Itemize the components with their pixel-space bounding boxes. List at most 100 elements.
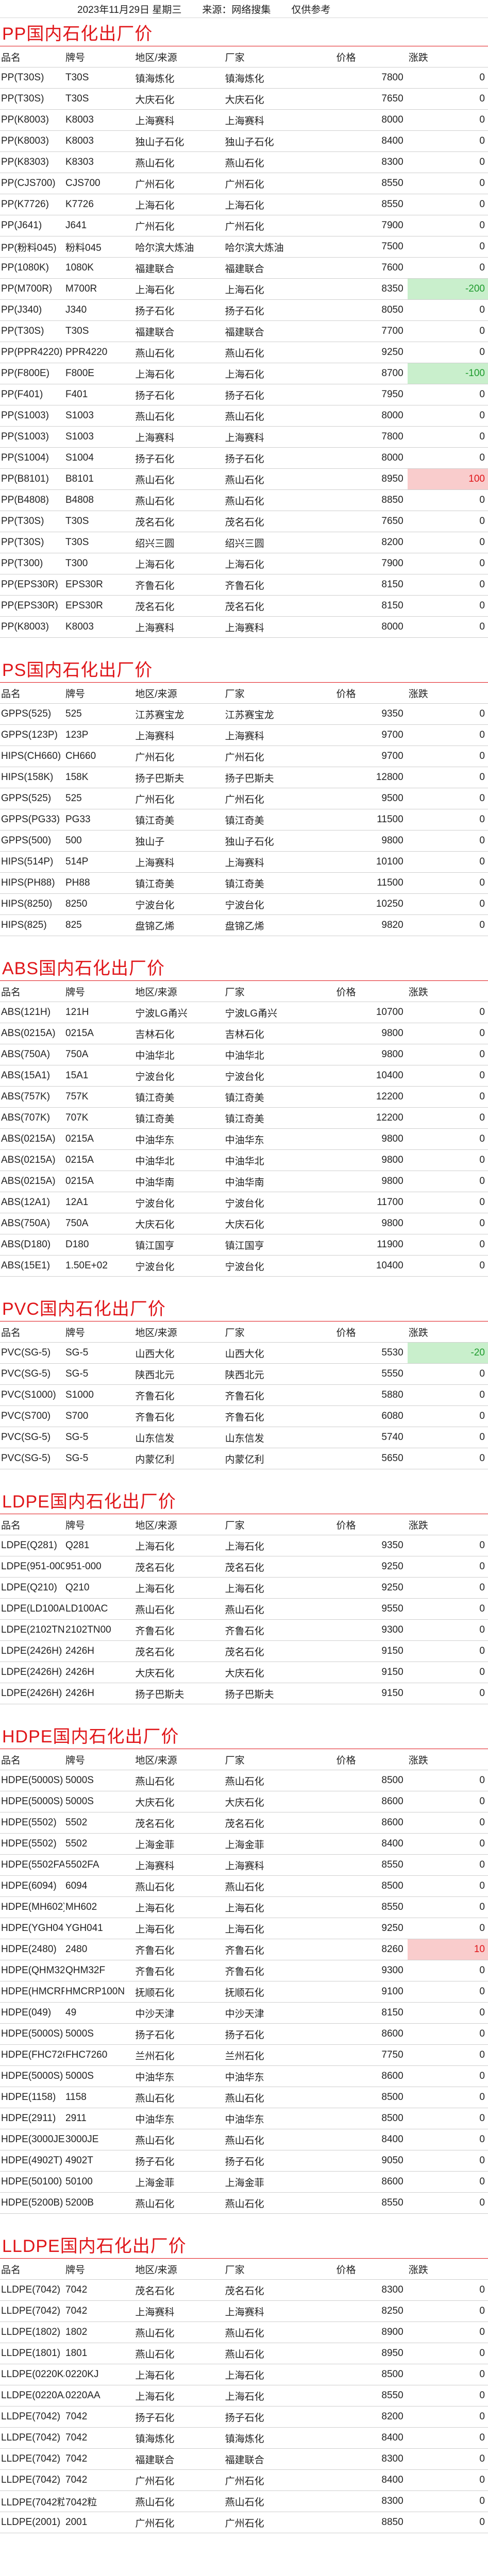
change-cell: 0 (407, 2044, 488, 2066)
maker-cell: 中油华北 (224, 1149, 335, 1171)
product-cell: ABS(0215A) (0, 1149, 64, 1171)
maker-cell: 宁波LG甬兴 (224, 1002, 335, 1023)
price-cell: 8150 (335, 2002, 408, 2024)
price-cell: 9700 (335, 745, 408, 767)
table-row: ABS(750A) 750A 大庆石化 大庆石化 9800 0 (0, 1213, 488, 1234)
grade-cell: SG-5 (64, 1448, 134, 1469)
table-row: GPPS(500) 500 独山子 独山子石化 9800 0 (0, 830, 488, 852)
maker-cell: 广州石化 (224, 788, 335, 809)
table-row: PP(F800E) F800E 上海石化 上海石化 8700 -100 (0, 363, 488, 384)
table-row: HDPE(5200B) 5200B 燕山石化 燕山石化 8550 0 (0, 2192, 488, 2214)
column-header: 价格 (335, 1321, 408, 1343)
grade-cell: 5200B (64, 2192, 134, 2214)
grade-cell: 2426H (64, 1683, 134, 1704)
region-cell: 燕山石化 (134, 151, 224, 173)
maker-cell: 中油华东 (224, 1128, 335, 1150)
product-cell: PP(S1003) (0, 426, 64, 448)
change-cell: 0 (407, 426, 488, 448)
grade-cell: S1004 (64, 447, 134, 469)
table-row: HDPE(1158) 1158 燕山石化 燕山石化 8500 0 (0, 2087, 488, 2108)
table-header-row: 品名 牌号 地区/来源 厂家 价格 涨跌 (0, 1749, 488, 1770)
region-cell: 燕山石化 (134, 2087, 224, 2108)
table-row: HDPE(5000S) 5000S 燕山石化 燕山石化 8500 0 (0, 1770, 488, 1791)
region-cell: 独山子石化 (134, 130, 224, 152)
price-cell: 7950 (335, 384, 408, 405)
grade-cell: 123P (64, 724, 134, 746)
grade-cell: 6094 (64, 1875, 134, 1897)
product-cell: ABS(15E1) (0, 1255, 64, 1277)
change-cell: 0 (407, 1107, 488, 1129)
product-cell: HIPS(PH88) (0, 872, 64, 894)
price-cell: 9350 (335, 703, 408, 725)
grade-cell: 7042 (64, 2427, 134, 2449)
maker-cell: 燕山石化 (224, 489, 335, 511)
table-row: GPPS(525) 525 江苏赛宝龙 江苏赛宝龙 9350 0 (0, 703, 488, 725)
sections-container: PP国内石化出厂价 品名 牌号 地区/来源 厂家 价格 涨跌 PP(T30S) T30S 镇海炼化… (0, 22, 488, 2533)
region-cell: 上海赛科 (134, 1854, 224, 1876)
product-cell: PP(1080K) (0, 257, 64, 279)
price-cell: 8050 (335, 299, 408, 321)
price-cell: 10700 (335, 1002, 408, 1023)
price-cell: 7500 (335, 236, 408, 258)
maker-cell: 中油华东 (224, 2108, 335, 2129)
region-cell: 大庆石化 (134, 88, 224, 110)
grade-cell: 5502FA (64, 1854, 134, 1876)
table-row: HDPE(YGH041)YGH041上海石化上海石化92500 (0, 1918, 488, 1939)
product-cell: PP(T30S) (0, 511, 64, 532)
product-cell: PP(K7726) (0, 194, 64, 215)
change-cell: 0 (407, 151, 488, 173)
region-cell: 镇江奇美 (134, 809, 224, 831)
region-cell: 哈尔滨大炼油 (134, 236, 224, 258)
table-header-row: 品名 牌号 地区/来源 厂家 价格 涨跌 (0, 1321, 488, 1343)
price-section: PS国内石化出厂价 品名 牌号 地区/来源 厂家 价格 涨跌 GPPS(525) 525 江苏赛宝… (0, 658, 488, 936)
product-cell: LLDPE(7042) (0, 2448, 64, 2470)
grade-cell: 951-000 (64, 1556, 134, 1578)
maker-cell: 中油华北 (224, 1044, 335, 1065)
price-table: 品名 牌号 地区/来源 厂家 价格 涨跌 LLDPE(7042) 7042 茂名石化 茂名石化 83… (0, 2259, 488, 2533)
grade-cell: J641 (64, 215, 134, 236)
region-cell: 齐鲁石化 (134, 1384, 224, 1406)
price-cell: 9250 (335, 342, 408, 363)
column-header: 地区/来源 (134, 46, 224, 67)
maker-cell: 盘锦乙烯 (224, 914, 335, 936)
maker-cell: 山西大化 (224, 1342, 335, 1364)
column-header: 涨跌 (407, 1321, 488, 1343)
change-cell: 0 (407, 1427, 488, 1448)
table-row: PP(K8303) K8303 燕山石化 燕山石化 8300 0 (0, 151, 488, 173)
section-title: LLDPE国内石化出厂价 (0, 2234, 488, 2259)
product-cell: LDPE(Q210) (0, 1577, 64, 1599)
price-cell: 5740 (335, 1427, 408, 1448)
region-cell: 茂名石化 (134, 1556, 224, 1578)
grade-cell: 750A (64, 1044, 134, 1065)
table-row: PP(J641) J641 广州石化 广州石化 7900 0 (0, 215, 488, 236)
grade-cell: PPR4220 (64, 342, 134, 363)
table-row: HDPE(5000S) 5000S 扬子石化 扬子石化 8600 0 (0, 2023, 488, 2045)
product-cell: HDPE(YGH041) (0, 1918, 64, 1939)
table-row: PVC(SG-5) SG-5 陕西北元 陕西北元 5550 0 (0, 1363, 488, 1385)
price-report: 2023年11月29日 星期三 来源：网络搜集 仅供参考 PP国内石化出厂价 品名… (0, 0, 488, 2533)
product-cell: HDPE(50100) (0, 2171, 64, 2193)
maker-cell: 燕山石化 (224, 2343, 335, 2364)
price-section: LDPE国内石化出厂价 品名 牌号 地区/来源 厂家 价格 涨跌 LDPE(Q281) Q281… (0, 1490, 488, 1704)
table-row: LLDPE(0220AA)0220AA上海石化上海石化85500 (0, 2385, 488, 2406)
maker-cell: 扬子巴斯夫 (224, 767, 335, 788)
maker-cell: 齐鲁石化 (224, 1619, 335, 1641)
price-cell: 8550 (335, 2385, 408, 2406)
grade-cell: K8003 (64, 130, 134, 152)
change-cell: 0 (407, 830, 488, 852)
table-row: HIPS(8250) 8250 宁波台化 宁波台化 10250 0 (0, 893, 488, 915)
table-row: PVC(S1000) S1000 齐鲁石化 齐鲁石化 5880 0 (0, 1384, 488, 1406)
product-cell: ABS(121H) (0, 1002, 64, 1023)
change-cell: 0 (407, 767, 488, 788)
change-cell: 0 (407, 2279, 488, 2301)
product-cell: HIPS(514P) (0, 851, 64, 873)
change-cell: 0 (407, 1833, 488, 1855)
region-cell: 茂名石化 (134, 595, 224, 617)
price-cell: 8700 (335, 363, 408, 384)
table-row: ABS(0215A) 0215A 吉林石化 吉林石化 9800 0 (0, 1023, 488, 1044)
region-cell: 上海石化 (134, 553, 224, 574)
price-cell: 8550 (335, 194, 408, 215)
change-cell: 0 (407, 553, 488, 574)
maker-cell: 茂名石化 (224, 511, 335, 532)
price-cell: 6080 (335, 1405, 408, 1427)
